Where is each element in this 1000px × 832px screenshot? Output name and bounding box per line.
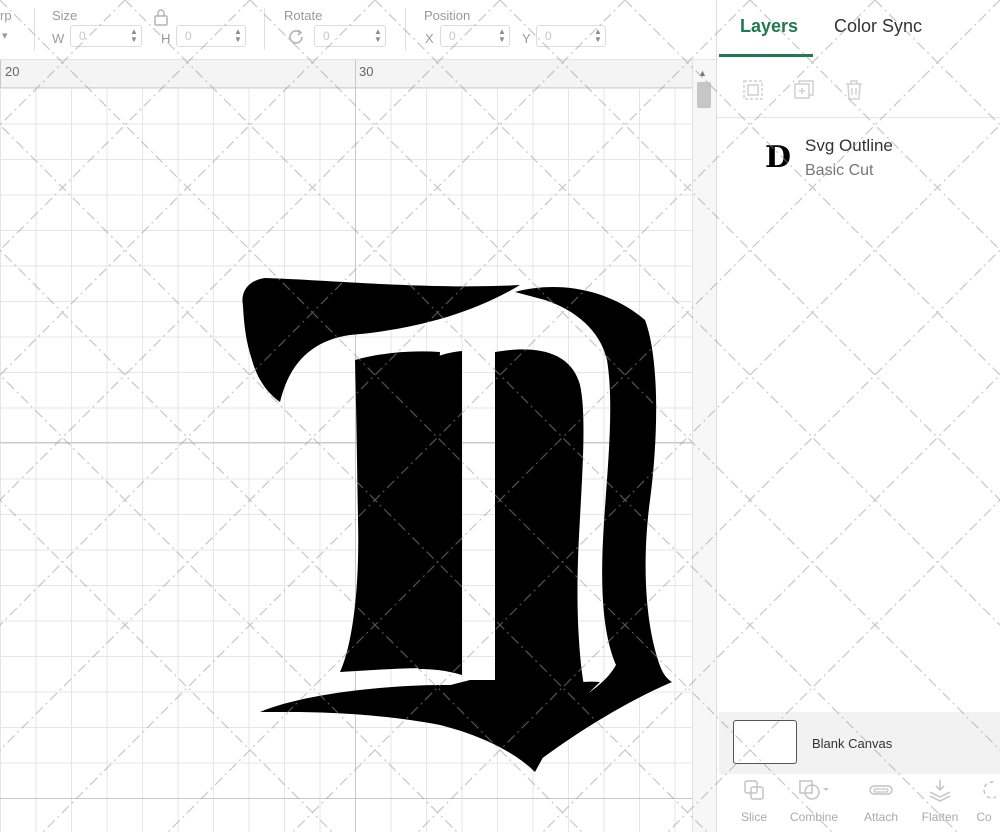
slice-button[interactable]: Slice <box>727 778 781 824</box>
layer-toolbar <box>717 60 1000 118</box>
slice-icon <box>744 780 764 800</box>
size-label: Size <box>52 8 78 23</box>
rotate-icon[interactable] <box>285 26 307 53</box>
duplicate-icon[interactable] <box>792 78 816 102</box>
width-axis-label: W <box>52 31 65 46</box>
active-tab-indicator <box>719 54 813 57</box>
flatten-icon <box>929 780 951 802</box>
contour-button[interactable]: Co <box>967 778 1000 824</box>
rotate-stepper-icon[interactable]: ▲ ▼ <box>374 28 382 44</box>
height-stepper-icon[interactable]: ▲ ▼ <box>234 28 242 44</box>
tab-color-sync[interactable]: Color Sync <box>834 16 922 37</box>
flatten-button[interactable]: Flatten <box>913 778 967 824</box>
y-stepper-icon[interactable]: ▲ ▼ <box>594 28 602 44</box>
y-position-input[interactable]: 0 ▲ ▼ <box>536 25 606 47</box>
partial-label: rp <box>0 8 12 23</box>
toolbar-divider <box>34 8 35 50</box>
old-english-d-shape[interactable] <box>0 60 692 832</box>
layer-thumbnail: D <box>765 140 792 175</box>
vertical-scrollbar[interactable]: ▲ <box>692 60 716 832</box>
contour-label: Co <box>976 810 992 824</box>
height-axis-label: H <box>161 31 171 46</box>
attach-label: Attach <box>863 810 899 824</box>
blank-canvas-label: Blank Canvas <box>812 736 893 751</box>
combine-button[interactable]: Combine <box>787 778 841 824</box>
rotate-value: 0 <box>323 29 330 43</box>
panel-tabs: Layers Color Sync <box>717 0 1000 58</box>
x-position-input[interactable]: 0 ▲ ▼ <box>440 25 510 47</box>
layer-item[interactable]: D Svg Outline Basic Cut <box>717 122 1000 192</box>
scroll-up-icon[interactable]: ▲ <box>698 68 707 78</box>
combine-label: Combine <box>789 810 839 824</box>
width-stepper-icon[interactable]: ▲ ▼ <box>130 28 138 44</box>
position-label: Position <box>424 8 471 23</box>
contour-icon <box>983 781 996 799</box>
toolbar-divider <box>264 8 265 50</box>
bottom-toolbar: Slice Combine Attach Flatten Co <box>717 776 1000 832</box>
width-input[interactable]: 0 ▲ ▼ <box>70 25 142 47</box>
slice-label: Slice <box>740 810 767 824</box>
flatten-label: Flatten <box>921 810 959 824</box>
lock-icon[interactable] <box>153 8 169 31</box>
blank-canvas-row[interactable]: Blank Canvas <box>719 712 1000 774</box>
tab-layers[interactable]: Layers <box>740 16 798 37</box>
top-toolbar: rp ▾ Size W 0 ▲ ▼ H 0 ▲ ▼ Rotate 0 ▲ ▼ Posi… <box>0 0 716 60</box>
rotate-label: Rotate <box>284 8 323 23</box>
dropdown-caret-icon[interactable]: ▾ <box>2 29 8 42</box>
y-axis-label: Y <box>522 31 531 46</box>
attach-button[interactable]: Attach <box>854 778 908 824</box>
canvas-swatch[interactable] <box>733 720 797 764</box>
layer-name: Svg Outline <box>805 136 893 155</box>
height-value: 0 <box>185 29 192 43</box>
rotate-input[interactable]: 0 ▲ ▼ <box>314 25 386 47</box>
group-icon[interactable] <box>741 78 765 102</box>
y-value: 0 <box>545 29 552 43</box>
attach-icon <box>869 785 893 795</box>
design-canvas[interactable]: 20 30 ▲ <box>0 60 716 832</box>
toolbar-divider <box>405 8 406 50</box>
layers-panel: Layers Color Sync D Svg Outline Basic Cu… <box>716 0 1000 832</box>
x-value: 0 <box>449 29 456 43</box>
combine-icon <box>799 780 829 800</box>
delete-icon[interactable] <box>842 78 866 102</box>
x-axis-label: X <box>425 31 434 46</box>
x-stepper-icon[interactable]: ▲ ▼ <box>498 28 506 44</box>
height-input[interactable]: 0 ▲ ▼ <box>176 25 246 47</box>
layer-operation[interactable]: Basic Cut <box>805 162 873 180</box>
width-value: 0 <box>79 29 86 43</box>
scrollbar-thumb[interactable] <box>697 82 711 108</box>
